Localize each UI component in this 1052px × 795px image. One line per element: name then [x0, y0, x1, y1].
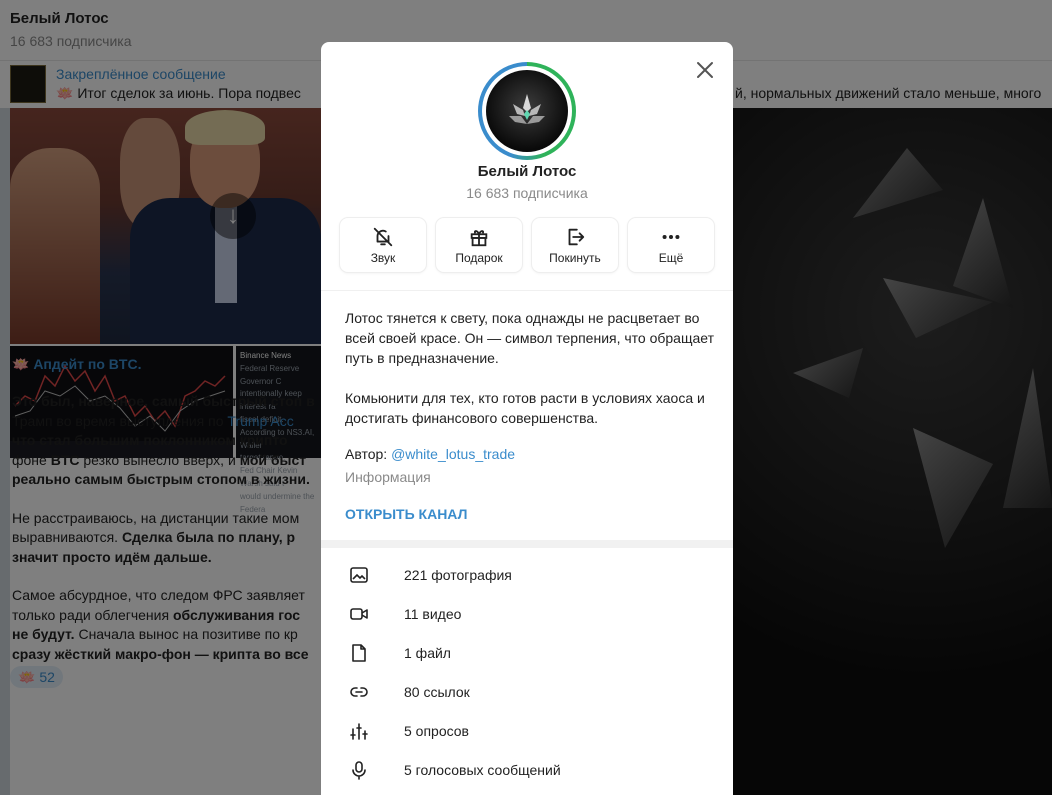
- avatar: [482, 66, 572, 156]
- photo-icon: [350, 567, 368, 583]
- stat-videos[interactable]: 11 видео: [321, 595, 733, 634]
- gift-label: Подарок: [455, 251, 503, 265]
- file-icon: [352, 644, 366, 662]
- close-icon[interactable]: [695, 60, 715, 80]
- leave-icon: [568, 228, 585, 246]
- leave-button[interactable]: Покинуть: [532, 218, 618, 272]
- open-channel-button[interactable]: ОТКРЫТЬ КАНАЛ: [345, 506, 467, 522]
- avatar-story-ring[interactable]: [478, 62, 576, 160]
- author-prefix: Автор:: [345, 446, 392, 462]
- stat-links[interactable]: 80 ссылок: [321, 673, 733, 712]
- section-divider: [321, 540, 733, 548]
- link-icon: [350, 687, 368, 697]
- stat-label: 80 ссылок: [404, 684, 470, 700]
- author-line: Автор: @white_lotus_trade: [345, 446, 515, 462]
- info-label: Информация: [345, 469, 431, 485]
- leave-label: Покинуть: [549, 251, 601, 265]
- more-label: Ещё: [658, 251, 684, 265]
- stat-label: 221 фотография: [404, 567, 512, 583]
- author-link[interactable]: @white_lotus_trade: [391, 446, 515, 462]
- stat-label: 5 голосовых сообщений: [404, 762, 561, 778]
- mic-icon: [352, 761, 366, 780]
- action-buttons: Звук Подарок Покинуть Ещё: [340, 218, 714, 272]
- mute-button[interactable]: Звук: [340, 218, 426, 272]
- stat-photos[interactable]: 221 фотография: [321, 556, 733, 595]
- description-text: Комьюнити для тех, кто готов расти в усл…: [345, 390, 705, 426]
- stat-polls[interactable]: 5 опросов: [321, 712, 733, 751]
- modal-subscribers: 16 683 подписчика: [466, 185, 588, 201]
- stat-label: 11 видео: [404, 606, 462, 622]
- gift-icon: [470, 230, 488, 247]
- channel-description: Лотос тянется к свету, пока однажды не р…: [345, 308, 715, 428]
- lotus-logo-icon: [509, 94, 545, 124]
- stat-voice-messages[interactable]: 5 голосовых сообщений: [321, 751, 733, 790]
- mute-label: Звук: [370, 251, 396, 265]
- channel-info-modal: Белый Лотос 16 683 подписчика Звук Подар…: [321, 42, 733, 795]
- bell-off-icon: [373, 227, 393, 247]
- stat-label: 1 файл: [404, 645, 451, 661]
- stat-label: 5 опросов: [404, 723, 469, 739]
- more-button[interactable]: Ещё: [628, 218, 714, 272]
- poll-icon: [350, 723, 368, 740]
- modal-channel-title: Белый Лотос: [477, 163, 577, 180]
- avatar-image: [486, 70, 568, 152]
- description-text: Лотос тянется к свету, пока однажды не р…: [345, 310, 715, 366]
- stat-files[interactable]: 1 файл: [321, 634, 733, 673]
- video-icon: [350, 608, 368, 620]
- more-icon: [662, 234, 680, 240]
- gift-button[interactable]: Подарок: [436, 218, 522, 272]
